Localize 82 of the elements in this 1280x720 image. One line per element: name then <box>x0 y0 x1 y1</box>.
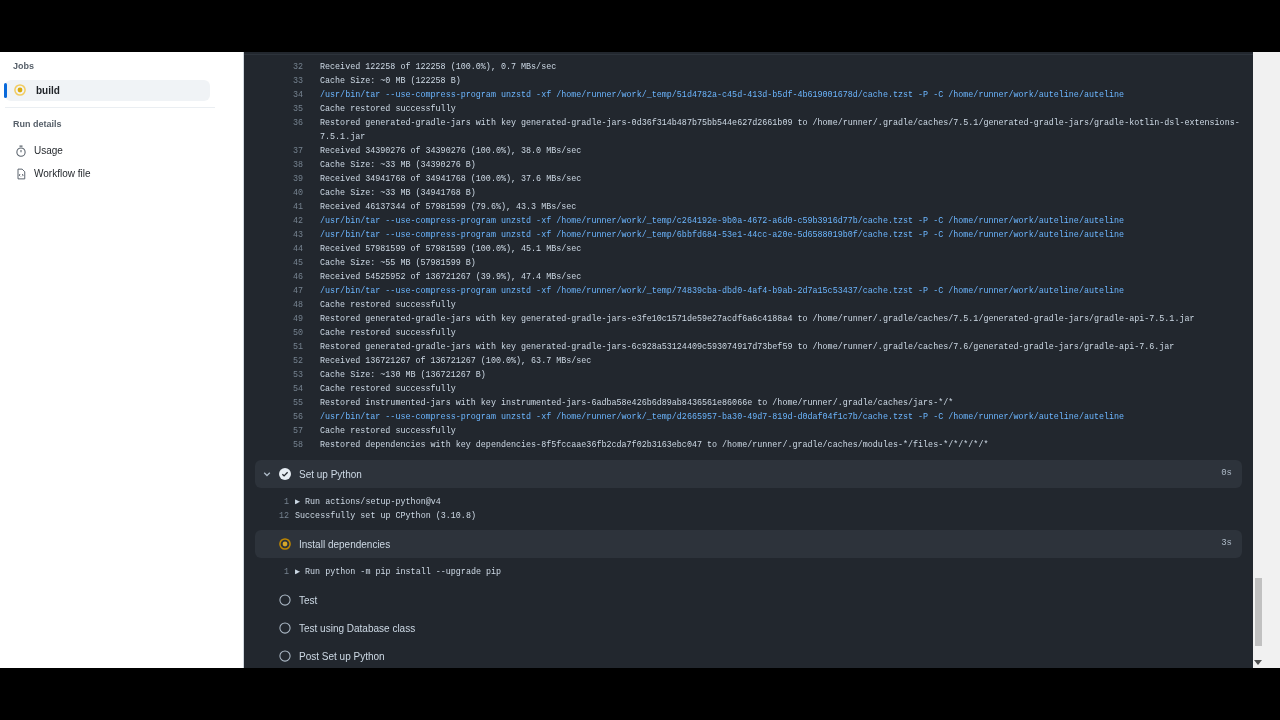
step-name: Set up Python <box>299 467 362 482</box>
log-line: Received 34941768 of 34941768 (100.0%), 37.6 MBs/sec <box>320 173 583 186</box>
log-line: Cache restored successfully <box>320 103 457 116</box>
line-number: 33 <box>291 75 303 88</box>
log-line: Successfully set up CPython (3.10.8) <box>295 510 477 523</box>
line-number: 36 <box>291 117 303 130</box>
log-line: Cache restored successfully <box>320 327 457 340</box>
log-line: Cache Size: ~55 MB (57981599 B) <box>320 257 477 270</box>
file-code-icon <box>15 167 27 180</box>
line-number: 37 <box>291 145 303 158</box>
log-line: Cache Size: ~33 MB (34941768 B) <box>320 187 477 200</box>
step-name: Install dependencies <box>299 537 391 552</box>
log-line: Restored generated-gradle-jars with key generated-gradle-jars-6c928a53124409c593074917d73bef59 to /home/runner/.gradle/caches/7.6/generated-gradle-jars/gradle-api-7.6.jar <box>320 341 1176 354</box>
line-number: 52 <box>291 355 303 368</box>
line-number: 49 <box>291 313 303 326</box>
step-header[interactable]: Set up Python 0s <box>255 460 1242 488</box>
line-number: 56 <box>291 411 303 424</box>
section-heading: Jobs <box>12 60 35 73</box>
log-line: Received 136721267 of 136721267 (100.0%), 63.7 MBs/sec <box>320 355 593 368</box>
log-line: ▶ Run python -m pip install --upgrade pip <box>295 566 503 579</box>
step-duration: 3s <box>1221 537 1232 551</box>
log-line: ▶ Run actions/setup-python@v4 <box>295 496 442 509</box>
line-number: 34 <box>291 89 303 102</box>
line-number: 1 <box>282 566 289 579</box>
line-number: 51 <box>291 341 303 354</box>
line-number: 32 <box>291 61 303 74</box>
scroll-down-icon[interactable] <box>1254 660 1262 666</box>
sidebar-link[interactable]: Workflow file <box>5 162 238 185</box>
step-header[interactable]: Test using Database class <box>255 614 1242 642</box>
log-line: Received 122258 of 122258 (100.0%), 0.7 MBs/sec <box>320 61 558 74</box>
log-line: Received 54525952 of 136721267 (39.9%), 47.4 MBs/sec <box>320 271 583 284</box>
step-duration: 0s <box>1221 467 1232 481</box>
log-line: Restored dependencies with key dependencies-8f5fccaae36fb2cda7f02b3163ebc047 to /home/runner/.gradle/caches/modules-*/files-*/*/*/*/* <box>320 439 990 452</box>
line-number: 39 <box>291 173 303 186</box>
log-line: /usr/bin/tar --use-compress-program unzstd -xf /home/runner/work/_temp/6bbfd684-53e1-44cc-a20e-5d6588019b0f/cache.tzst -P -C /home/runner/work/auteline/auteline <box>320 229 1126 242</box>
log-line: Cache Size: ~130 MB (136721267 B) <box>320 369 487 382</box>
sidebar-link[interactable]: Usage <box>5 139 238 162</box>
log-line: /usr/bin/tar --use-compress-program unzstd -xf /home/runner/work/_temp/51d4782a-c45d-413d-b5df-4b619001678d/cache.tzst -P -C /home/runner/work/auteline/auteline <box>320 89 1126 102</box>
step-header[interactable]: Test <box>255 586 1242 614</box>
log-line: Restored generated-gradle-jars with key generated-gradle-jars-e3fe10c1571de59e27acdf6a6c4188a4 to /home/runner/.gradle/caches/7.5.1/generated-gradle-jars/gradle-api-7.5.1.jar <box>320 313 1196 326</box>
line-number: 48 <box>291 299 303 312</box>
line-number: 46 <box>291 271 303 284</box>
line-number: 45 <box>291 257 303 270</box>
stopwatch-icon <box>15 144 27 157</box>
step-header[interactable]: Install dependencies 3s <box>255 530 1242 558</box>
line-number: 55 <box>291 397 303 410</box>
step-name: Test <box>299 593 318 608</box>
log-line: Cache restored successfully <box>320 383 457 396</box>
line-number: 43 <box>291 229 303 242</box>
line-number: 53 <box>291 369 303 382</box>
line-number: 40 <box>291 187 303 200</box>
line-number: 47 <box>291 285 303 298</box>
step-name: Post Set up Python <box>299 649 385 664</box>
line-number: 54 <box>291 383 303 396</box>
log-line: Cache Size: ~33 MB (34390276 B) <box>320 159 477 172</box>
line-number: 1 <box>282 496 289 509</box>
line-number: 41 <box>291 201 303 214</box>
job-item[interactable]: build <box>5 79 210 101</box>
line-number: 44 <box>291 243 303 256</box>
log-line: /usr/bin/tar --use-compress-program unzstd -xf /home/runner/work/_temp/74839cba-dbd0-4af4-b9ab-2d7a15c53437/cache.tzst -P -C /home/runner/work/auteline/auteline <box>320 285 1126 298</box>
chevron-down-icon[interactable] <box>262 469 272 479</box>
line-number: 50 <box>291 327 303 340</box>
log-line: /usr/bin/tar --use-compress-program unzstd -xf /home/runner/work/_temp/c264192e-9b0a-4672-a6d0-c59b3916d77b/cache.tzst -P -C /home/runner/work/auteline/auteline <box>320 215 1126 228</box>
line-number: 42 <box>291 215 303 228</box>
log-line: Received 34390276 of 34390276 (100.0%), 38.0 MBs/sec <box>320 145 583 158</box>
log-line: Restored generated-gradle-jars with key generated-gradle-jars-0d36f314b487b75bb544e627d2661b09 to /home/runner/.gradle/caches/7.5.1/generated-gradle-jars/gradle-kotlin-dsl-extensions-7.5.1.jar <box>320 117 1241 144</box>
section-heading: Run details <box>12 117 63 131</box>
log-line: Restored instrumented-jars with key instrumented-jars-6adba58e426b6d89ab8436561e86066e to /home/runner/.gradle/caches/jars-*/* <box>320 397 955 410</box>
step-header[interactable]: Post Set up Python <box>255 642 1242 668</box>
log-line: Cache restored successfully <box>320 299 457 312</box>
log-line: Cache restored successfully <box>320 425 457 438</box>
line-number: 35 <box>291 103 303 116</box>
step-name: Test using Database class <box>299 621 416 636</box>
line-number: 38 <box>291 159 303 172</box>
line-number: 12 <box>277 510 289 523</box>
log-line: Received 57981599 of 57981599 (100.0%), 45.1 MBs/sec <box>320 243 583 256</box>
line-number: 58 <box>291 439 303 452</box>
log-line: /usr/bin/tar --use-compress-program unzstd -xf /home/runner/work/_temp/d2665957-ba30-49d7-819d-d0daf04f1c7b/cache.tzst -P -C /home/runner/work/auteline/auteline <box>320 411 1126 424</box>
log-line: Received 46137344 of 57981599 (79.6%), 43.3 MBs/sec <box>320 201 578 214</box>
line-number: 57 <box>291 425 303 438</box>
log-line: Cache Size: ~0 MB (122258 B) <box>320 75 462 88</box>
scrollbar-thumb[interactable] <box>1255 578 1262 646</box>
